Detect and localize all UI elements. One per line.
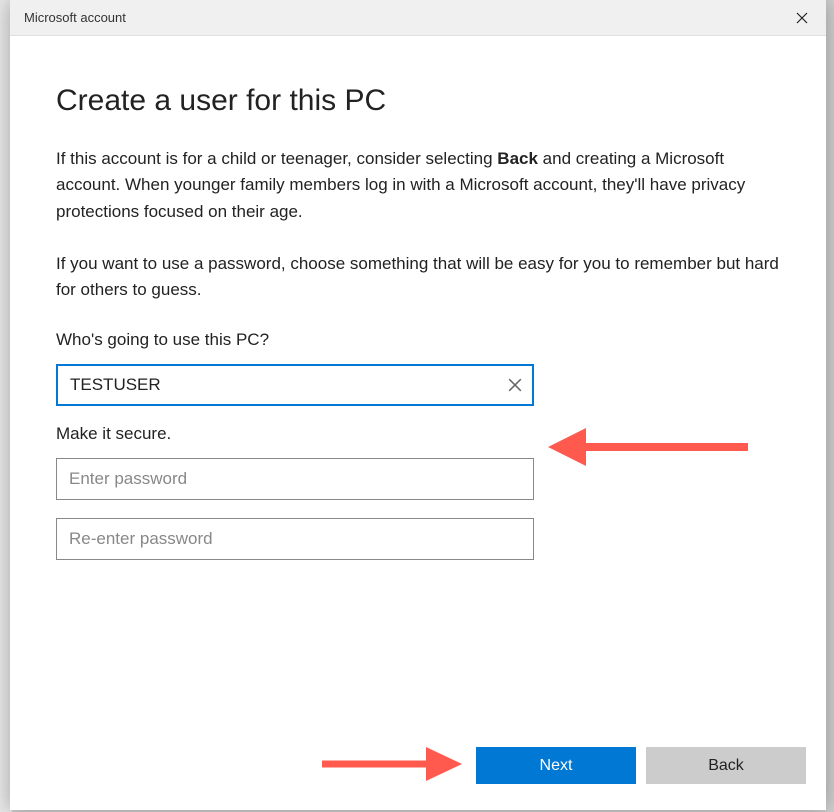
info-paragraph-1: If this account is for a child or teenag… — [56, 146, 780, 225]
password-reenter-input[interactable] — [56, 518, 534, 560]
clear-username-button[interactable] — [506, 376, 524, 394]
para1-bold: Back — [497, 149, 538, 168]
password-input-wrap — [56, 458, 534, 500]
close-icon — [796, 12, 808, 24]
page-heading: Create a user for this PC — [56, 84, 780, 118]
username-input[interactable] — [56, 364, 534, 406]
annotation-arrow-next — [322, 742, 462, 786]
username-input-wrap — [56, 364, 534, 406]
close-button[interactable] — [790, 6, 814, 30]
next-button[interactable]: Next — [476, 747, 636, 784]
password2-input-wrap — [56, 518, 534, 560]
username-label: Who's going to use this PC? — [56, 330, 780, 350]
back-button[interactable]: Back — [646, 747, 806, 784]
info-paragraph-2: If you want to use a password, choose so… — [56, 251, 780, 304]
x-icon — [508, 378, 522, 392]
annotation-arrow-username — [548, 422, 748, 472]
account-dialog: Microsoft account Create a user for this… — [10, 0, 826, 810]
titlebar: Microsoft account — [10, 0, 826, 36]
para1-pre: If this account is for a child or teenag… — [56, 149, 497, 168]
dialog-content: Create a user for this PC If this accoun… — [10, 36, 826, 733]
password-input[interactable] — [56, 458, 534, 500]
titlebar-title: Microsoft account — [24, 10, 126, 25]
